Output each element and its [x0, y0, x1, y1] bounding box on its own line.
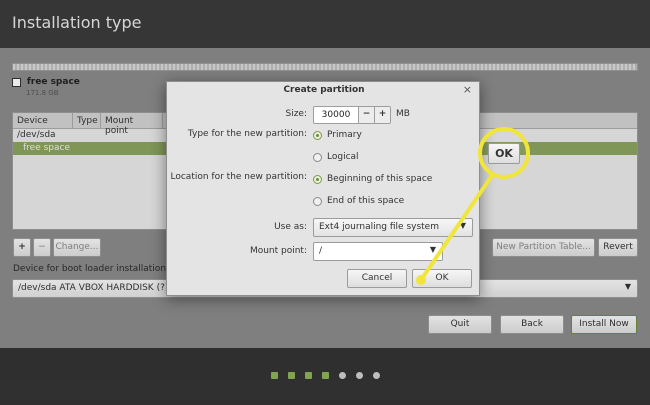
callout-dot	[416, 275, 426, 285]
callout-ok-button-zoom: OK	[488, 143, 520, 164]
callout-line	[421, 172, 495, 279]
callout-pointer	[416, 172, 495, 285]
